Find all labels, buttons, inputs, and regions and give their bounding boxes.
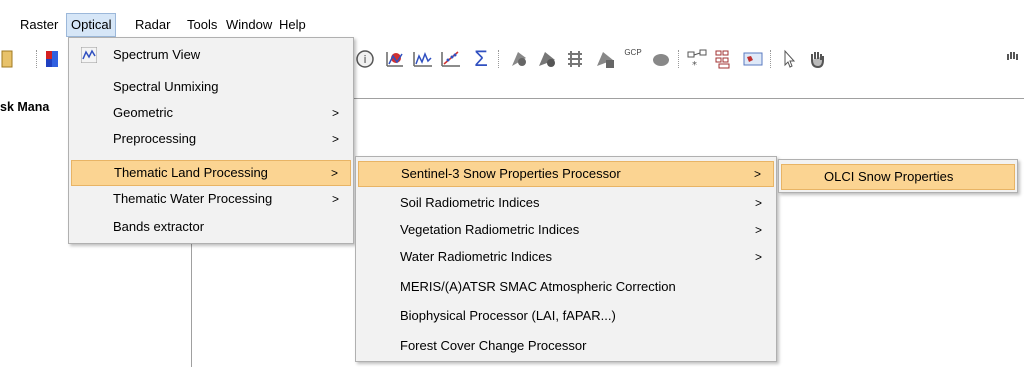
menu-item-label: Spectrum View <box>113 47 201 62</box>
select-tool-icon[interactable] <box>778 48 800 70</box>
statistics-icon[interactable] <box>384 48 406 70</box>
toolbar-separator <box>498 50 500 68</box>
menu-item-thematic-land-processing[interactable]: Thematic Land Processing > <box>71 160 351 186</box>
menu-item-thematic-water-processing[interactable]: Thematic Water Processing > <box>71 186 351 212</box>
menu-item-sentinel3-snow-properties[interactable]: Sentinel-3 Snow Properties Processor > <box>358 161 774 187</box>
menu-item-label: Geometric <box>113 105 173 120</box>
submenu-arrow-icon: > <box>331 106 339 120</box>
menu-raster[interactable]: Raster <box>16 13 62 37</box>
menu-item-label: Soil Radiometric Indices <box>400 195 540 210</box>
menu-item-label: Thematic Water Processing <box>113 191 273 206</box>
menu-tools[interactable]: Tools <box>183 13 221 37</box>
gcp-label: GCP <box>624 48 642 57</box>
menu-window[interactable]: Window <box>222 13 276 37</box>
submenu-arrow-icon: > <box>753 167 761 181</box>
svg-text:i: i <box>363 53 366 66</box>
graph-builder-icon[interactable]: * <box>686 48 708 70</box>
menu-item-vegetation-radiometric-indices[interactable]: Vegetation Radiometric Indices > <box>358 217 774 243</box>
submenu-arrow-icon: > <box>331 132 339 146</box>
svg-text:*: * <box>692 60 697 70</box>
pan-tool-icon[interactable] <box>806 48 828 70</box>
menu-optical[interactable]: Optical <box>66 13 117 37</box>
gcp-manager-icon[interactable] <box>594 48 616 70</box>
menu-item-smac-atmospheric-correction[interactable]: MERIS/(A)ATSR SMAC Atmospheric Correctio… <box>358 274 774 300</box>
thematic-land-submenu: Sentinel-3 Snow Properties Processor > S… <box>355 156 777 362</box>
information-icon[interactable]: i <box>354 48 376 70</box>
pan-tool-icon-extra[interactable] <box>1002 48 1024 70</box>
submenu-arrow-icon: > <box>331 192 339 206</box>
mask-manager-icon[interactable] <box>650 48 672 70</box>
menu-item-geometric[interactable]: Geometric > <box>71 100 351 126</box>
toolbar-separator <box>36 50 38 68</box>
histogram-icon[interactable] <box>412 48 434 70</box>
menu-item-soil-radiometric-indices[interactable]: Soil Radiometric Indices > <box>358 190 774 216</box>
menu-bar: Raster Optical Radar Tools Window Help <box>0 0 1024 40</box>
menu-item-water-radiometric-indices[interactable]: Water Radiometric Indices > <box>358 244 774 270</box>
menu-item-bands-extractor[interactable]: Bands extractor <box>71 214 351 240</box>
open-product-icon[interactable] <box>0 48 14 70</box>
submenu-arrow-icon: > <box>754 223 762 237</box>
menu-item-biophysical-processor[interactable]: Biophysical Processor (LAI, fAPAR...) <box>358 303 774 329</box>
menu-item-label: Sentinel-3 Snow Properties Processor <box>401 166 621 181</box>
menu-item-label: Preprocessing <box>113 131 197 146</box>
toolbar-separator <box>770 50 772 68</box>
menu-item-label: Thematic Land Processing <box>114 165 268 180</box>
submenu-arrow-icon: > <box>754 196 762 210</box>
toolbar-separator <box>678 50 680 68</box>
graticule-icon[interactable] <box>564 48 586 70</box>
menu-item-preprocessing[interactable]: Preprocessing > <box>71 126 351 152</box>
snow-properties-submenu: OLCI Snow Properties <box>778 159 1018 193</box>
submenu-arrow-icon: > <box>754 250 762 264</box>
menu-item-label: Biophysical Processor (LAI, fAPAR...) <box>400 308 616 323</box>
pin-tool-icon[interactable] <box>536 48 558 70</box>
menu-item-spectral-unmixing[interactable]: Spectral Unmixing <box>71 74 351 100</box>
menu-item-label: Vegetation Radiometric Indices <box>400 222 580 237</box>
menu-item-label: MERIS/(A)ATSR SMAC Atmospheric Correctio… <box>400 279 676 294</box>
menu-item-forest-cover-change[interactable]: Forest Cover Change Processor <box>358 333 774 359</box>
menu-item-olci-snow-properties[interactable]: OLCI Snow Properties <box>781 164 1015 190</box>
pin-manager-icon[interactable] <box>508 48 530 70</box>
submenu-arrow-icon: > <box>330 166 338 180</box>
rgb-image-icon[interactable] <box>44 48 64 70</box>
sigma-icon[interactable]: Σ <box>470 48 492 70</box>
batch-processing-icon[interactable] <box>714 48 736 70</box>
panel-title: sk Mana <box>0 100 50 114</box>
menu-item-label: Bands extractor <box>113 219 205 234</box>
menu-help[interactable]: Help <box>275 13 310 37</box>
menu-radar[interactable]: Radar <box>131 13 174 37</box>
menu-item-label: Spectral Unmixing <box>113 79 219 94</box>
gcp-tool-icon[interactable]: GCP <box>622 48 644 70</box>
world-map-icon[interactable] <box>742 48 764 70</box>
scatter-plot-icon[interactable] <box>440 48 462 70</box>
menu-item-spectrum-view[interactable]: Spectrum View <box>71 42 351 68</box>
optical-menu: Spectrum View Spectral Unmixing Geometri… <box>68 37 354 244</box>
menu-item-label: OLCI Snow Properties <box>824 169 954 184</box>
menu-item-label: Water Radiometric Indices <box>400 249 552 264</box>
spectrum-view-icon <box>81 47 97 63</box>
menu-item-label: Forest Cover Change Processor <box>400 338 587 353</box>
